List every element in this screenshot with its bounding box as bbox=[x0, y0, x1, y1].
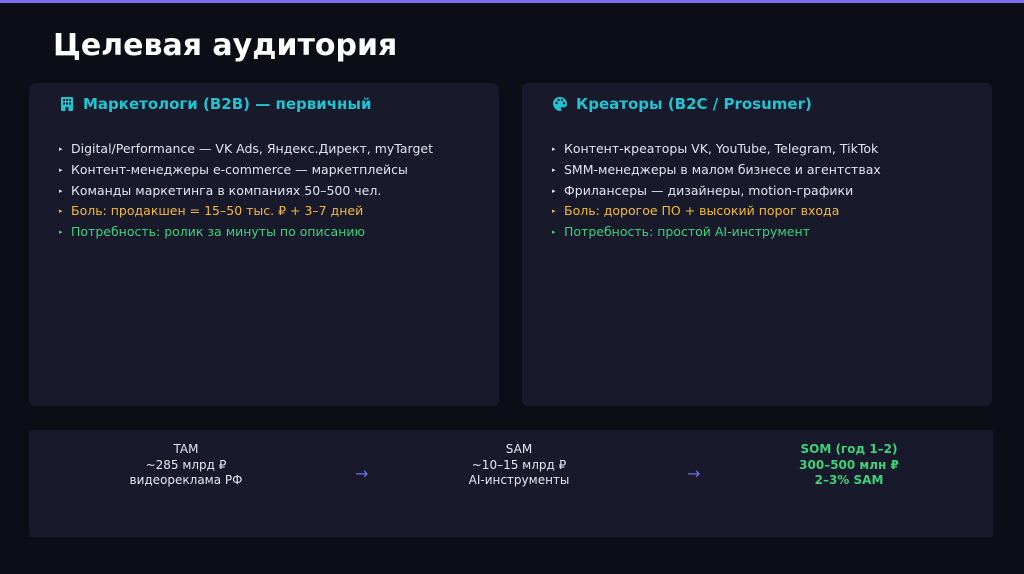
card-b2c-heading: Креаторы (B2C / Prosumer) bbox=[576, 95, 812, 113]
card-b2c-list: ▸ Контент-креаторы VK, YouTube, Telegram,… bbox=[552, 139, 881, 243]
card-b2b-list: ▸ Digital/Performance — VK Ads, Яндекс.Ди… bbox=[59, 139, 433, 243]
som-label: SOM (год 1–2) bbox=[800, 442, 898, 456]
list-item: ▸ Digital/Performance — VK Ads, Яндекс.Ди… bbox=[59, 139, 433, 160]
list-item: ▸ SMM-менеджеры в малом бизнесе и агентст… bbox=[552, 160, 881, 181]
card-b2b: Маркетологи (B2B) — первичный ▸ Digital/P… bbox=[29, 83, 499, 406]
list-item-need: ▸ Потребность: простой AI-инструмент bbox=[552, 222, 881, 243]
list-item-pain: ▸ Боль: дорогое ПО + высокий порог входа bbox=[552, 201, 881, 222]
sam-value: ~10–15 млрд ₽ bbox=[471, 457, 567, 472]
market-size-panel: TAM ~285 млрд ₽ видеореклама РФ → SAM ~1… bbox=[29, 430, 993, 537]
bullet-icon: ▸ bbox=[59, 207, 63, 216]
sam-label: SAM bbox=[505, 442, 533, 456]
bullet-icon: ▸ bbox=[59, 228, 63, 237]
list-item: ▸ Контент-креаторы VK, YouTube, Telegram,… bbox=[552, 139, 881, 160]
arrow-right-icon: → bbox=[687, 464, 701, 483]
tam-value: ~285 млрд ₽ bbox=[145, 457, 227, 472]
office-building-icon bbox=[59, 96, 75, 112]
page-title: Целевая аудитория bbox=[53, 28, 398, 63]
tam-label: TAM bbox=[173, 442, 199, 456]
bullet-icon: ▸ bbox=[552, 207, 556, 216]
bullet-icon: ▸ bbox=[59, 145, 63, 153]
bullet-icon: ▸ bbox=[552, 186, 556, 195]
som-description: 2–3% SAM bbox=[814, 473, 884, 487]
bullet-icon: ▸ bbox=[552, 228, 556, 237]
list-item: ▸ Контент-менеджеры e-commerce — маркетпл… bbox=[59, 160, 433, 181]
som-block: SOM (год 1–2) 300–500 млн ₽ 2–3% SAM bbox=[779, 442, 919, 489]
bullet-icon: ▸ bbox=[59, 165, 63, 174]
bullet-icon: ▸ bbox=[552, 145, 556, 153]
sam-description: AI-инструменты bbox=[468, 473, 570, 487]
list-item-need: ▸ Потребность: ролик за минуты по описани… bbox=[59, 222, 433, 243]
accent-bar bbox=[0, 0, 1024, 3]
list-item-pain: ▸ Боль: продакшен = 15–50 тыс. ₽ + 3–7 дн… bbox=[59, 201, 433, 222]
sam-block: SAM ~10–15 млрд ₽ AI-инструменты bbox=[449, 442, 589, 489]
card-b2b-heading: Маркетологи (B2B) — первичный bbox=[83, 95, 372, 113]
arrow-right-icon: → bbox=[355, 464, 369, 483]
bullet-icon: ▸ bbox=[59, 186, 63, 195]
list-item: ▸ Фрилансеры — дизайнеры, motion-графики bbox=[552, 181, 881, 202]
card-b2c: Креаторы (B2C / Prosumer) ▸ Контент-креат… bbox=[522, 83, 992, 406]
palette-icon bbox=[552, 96, 568, 112]
tam-description: видеореклама РФ bbox=[129, 473, 243, 487]
card-b2b-header: Маркетологи (B2B) — первичный bbox=[59, 95, 371, 113]
som-value: 300–500 млн ₽ bbox=[799, 457, 899, 472]
card-b2c-header: Креаторы (B2C / Prosumer) bbox=[552, 95, 812, 113]
bullet-icon: ▸ bbox=[552, 165, 556, 174]
tam-block: TAM ~285 млрд ₽ видеореклама РФ bbox=[116, 442, 256, 489]
list-item: ▸ Команды маркетинга в компаниях 50–500 ч… bbox=[59, 181, 433, 202]
